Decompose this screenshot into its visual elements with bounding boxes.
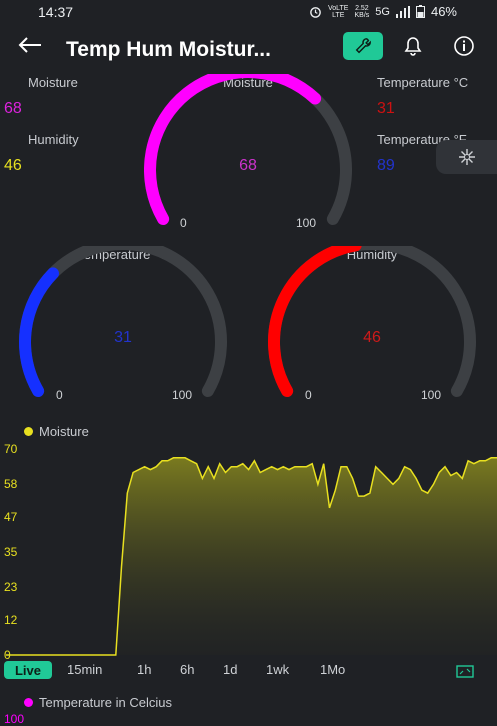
moisture-chart: 70 58 47 35 23 12 0 bbox=[0, 420, 497, 662]
range-1d-button[interactable]: 1d bbox=[223, 662, 237, 677]
gauge-value: 46 bbox=[363, 329, 381, 346]
volte-indicator: VoLTE LTE bbox=[327, 4, 349, 19]
range-1wk-button[interactable]: 1wk bbox=[266, 662, 289, 677]
page-title: Temp Hum Moistur... bbox=[66, 38, 271, 61]
gauge-arc bbox=[144, 74, 352, 225]
chart2-legend: Temperature in Celcius bbox=[39, 695, 172, 710]
range-6h-button[interactable]: 6h bbox=[180, 662, 194, 677]
y-tick-label: 0 bbox=[4, 648, 11, 662]
network-type: 5G bbox=[375, 5, 390, 18]
gauge-min: 0 bbox=[56, 388, 63, 402]
battery-level: 46% bbox=[430, 4, 457, 19]
wrench-icon bbox=[355, 38, 371, 54]
gauge-fill bbox=[144, 74, 322, 225]
chart-area-fill bbox=[6, 457, 497, 655]
temp-c-widget-value: 31 bbox=[377, 100, 395, 117]
y-tick-label: 35 bbox=[4, 545, 18, 559]
gauge-max: 100 bbox=[421, 388, 442, 402]
temp-f-widget-value: 89 bbox=[377, 157, 395, 174]
chart-plot bbox=[6, 457, 497, 656]
moisture-gauge: Moisture 68 0 100 bbox=[144, 74, 352, 234]
sparkle-icon bbox=[458, 149, 475, 165]
gauge-max: 100 bbox=[296, 216, 317, 230]
bell-icon[interactable] bbox=[403, 36, 423, 56]
range-live-button[interactable]: Live bbox=[4, 661, 52, 679]
chart2-first-tick: 100 bbox=[4, 712, 25, 726]
gauge-arc bbox=[19, 246, 227, 397]
y-tick-label: 23 bbox=[4, 580, 18, 595]
gauge-min: 0 bbox=[305, 388, 312, 402]
gauge-min: 0 bbox=[180, 216, 187, 230]
gauge-arc bbox=[268, 246, 476, 397]
y-tick-label: 58 bbox=[4, 477, 18, 492]
back-arrow-icon[interactable] bbox=[18, 37, 42, 53]
signal-icon bbox=[395, 5, 410, 18]
humidity-widget-value: 46 bbox=[4, 157, 22, 174]
edit-button[interactable] bbox=[343, 32, 383, 60]
range-15min-button[interactable]: 15min bbox=[67, 662, 102, 677]
moisture-widget-value: 68 bbox=[4, 100, 22, 117]
network-speed: 2.52 KB/s bbox=[354, 4, 370, 19]
gauge-fill bbox=[268, 246, 362, 397]
widget-box-button[interactable] bbox=[436, 140, 497, 174]
y-tick-label: 47 bbox=[4, 509, 18, 524]
gauge-max: 100 bbox=[172, 388, 193, 402]
temperature-gauge: Temperature °C 31 0 100 bbox=[18, 246, 228, 406]
info-icon[interactable] bbox=[453, 35, 475, 57]
status-bar: 14:37 VoLTE LTE 2.52 KB/s 5G 46% bbox=[0, 0, 497, 24]
battery-icon bbox=[415, 5, 425, 18]
expand-icon[interactable] bbox=[456, 665, 474, 678]
status-icons: VoLTE LTE 2.52 KB/s 5G 46% bbox=[309, 4, 457, 19]
alarm-icon bbox=[310, 7, 321, 18]
gauge-value: 68 bbox=[239, 157, 257, 174]
humidity-gauge: Humidity 46 0 100 bbox=[267, 246, 477, 406]
range-1h-button[interactable]: 1h bbox=[137, 662, 151, 677]
legend-dot bbox=[24, 698, 33, 707]
temp-c-widget-label: Temperature °C bbox=[377, 75, 469, 90]
y-tick-label: 70 bbox=[4, 442, 18, 456]
y-tick-label: 12 bbox=[4, 612, 18, 627]
gauge-value: 31 bbox=[114, 329, 132, 346]
range-1mo-button[interactable]: 1Mo bbox=[320, 662, 345, 677]
status-time: 14:37 bbox=[38, 4, 74, 20]
moisture-widget-label: Moisture bbox=[28, 75, 78, 90]
humidity-widget-label: Humidity bbox=[28, 132, 79, 147]
